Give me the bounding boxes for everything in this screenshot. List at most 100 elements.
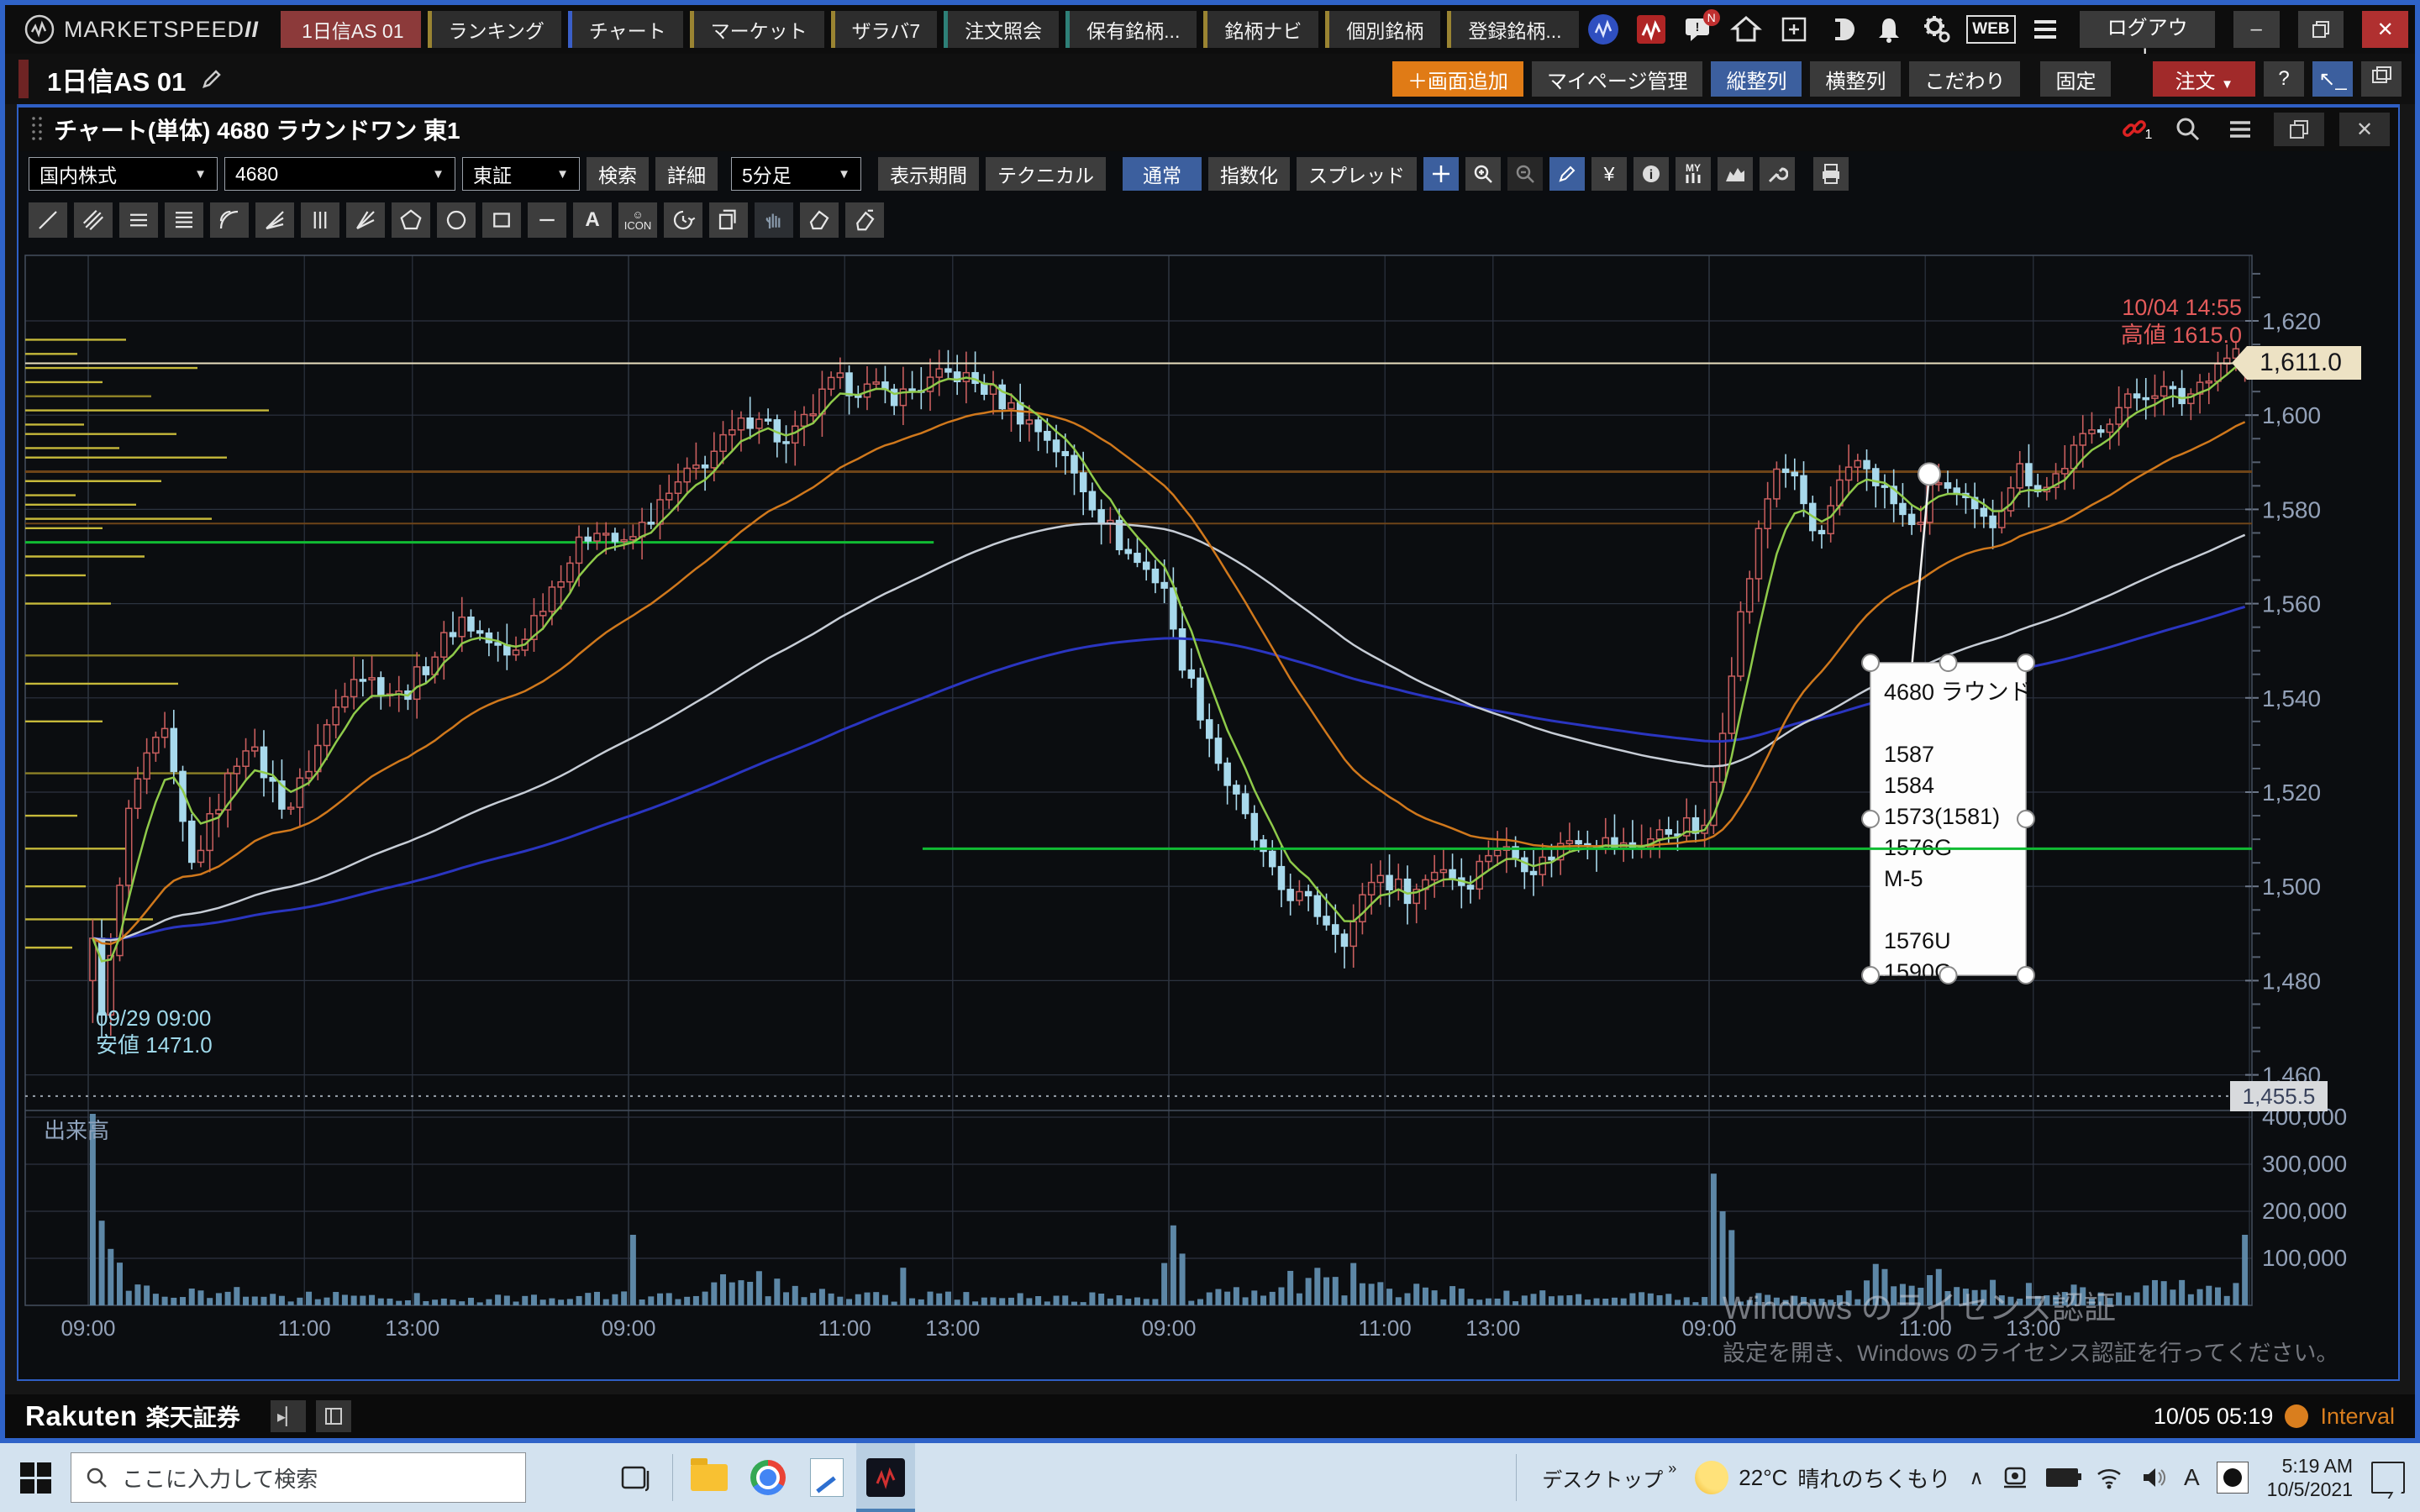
spread-mode-button[interactable]: スプレッド: [1297, 157, 1417, 191]
chart-restore-icon[interactable]: [2274, 113, 2324, 146]
draw-tool-h-segment-icon[interactable]: [528, 202, 566, 238]
yen-scale-icon[interactable]: ¥: [1591, 157, 1627, 191]
menu-tab-8[interactable]: 個別銘柄: [1325, 11, 1440, 48]
wifi-icon[interactable]: [2095, 1466, 2123, 1489]
start-button[interactable]: [0, 1443, 71, 1512]
minimize-button[interactable]: –: [2233, 11, 2280, 48]
chevron-expand-icon[interactable]: »: [1668, 1460, 1676, 1478]
draw-tool-ray-lines-icon[interactable]: [346, 202, 385, 238]
logout-button[interactable]: ログアウト: [2080, 11, 2215, 48]
exchange-select[interactable]: 東証▼: [462, 157, 580, 191]
action-center-icon[interactable]: [2371, 1462, 2405, 1494]
window-menu-icon[interactable]: [2222, 113, 2259, 146]
draw-tool-h-lines-3-icon[interactable]: [119, 202, 158, 238]
horizontal-align-button[interactable]: 横整列: [1810, 61, 1901, 97]
menu-tab-3[interactable]: マーケット: [690, 11, 824, 48]
symbol-code-select[interactable]: 4680▼: [224, 157, 455, 191]
zoom-out-icon[interactable]: [1507, 157, 1543, 191]
draw-tool-copy-object-icon[interactable]: [709, 202, 748, 238]
drag-grip-icon[interactable]: [30, 115, 44, 144]
draw-tool-ellipse-icon[interactable]: [437, 202, 476, 238]
draw-tool-time-cycle-icon[interactable]: [664, 202, 702, 238]
restore-button[interactable]: [2298, 11, 2344, 48]
contrast-icon[interactable]: [1823, 11, 1860, 48]
mypage-manage-button[interactable]: マイページ管理: [1532, 61, 1703, 97]
period-button[interactable]: 表示期間: [878, 157, 979, 191]
app-circle-icon[interactable]: [1586, 11, 1622, 48]
chart-plot-area[interactable]: 09:0011:0013:0009:0011:0013:0009:0011:00…: [18, 244, 2398, 1379]
draw-tool-trend-line-icon[interactable]: [29, 202, 67, 238]
weather-widget[interactable]: 22°C 晴れのちくもり: [1695, 1461, 1950, 1494]
marketspeed-taskbar-icon[interactable]: [856, 1443, 915, 1512]
timeframe-select[interactable]: 5分足▼: [731, 157, 861, 191]
menu-tab-9[interactable]: 登録銘柄...: [1447, 11, 1578, 48]
taskbar-search-input[interactable]: ここに入力して検索: [71, 1452, 526, 1503]
hamburger-menu-icon[interactable]: [2028, 11, 2064, 48]
crosshair-plus-icon[interactable]: [1423, 157, 1459, 191]
draw-tool-pentagon-icon[interactable]: [392, 202, 430, 238]
draw-tool-text-a-icon[interactable]: A: [573, 202, 612, 238]
search-icon[interactable]: [2170, 113, 2207, 146]
editor-app-icon[interactable]: [797, 1443, 856, 1512]
order-button[interactable]: 注文 ▼: [2153, 61, 2255, 97]
file-explorer-icon[interactable]: [680, 1443, 739, 1512]
draw-tool-eraser-all-icon[interactable]: [845, 202, 884, 238]
draw-tool-fan-lines-icon[interactable]: [255, 202, 294, 238]
home-icon[interactable]: [1728, 11, 1765, 48]
chart-close-icon[interactable]: ✕: [2339, 113, 2390, 146]
draw-tool-v-lines-icon[interactable]: [301, 202, 339, 238]
collapse-toolbar-button[interactable]: ▸▏: [271, 1400, 306, 1432]
draw-tool-fibonacci-arcs-icon[interactable]: [210, 202, 249, 238]
zoom-in-icon[interactable]: [1465, 157, 1501, 191]
taskbar-clock[interactable]: 5:19 AM 10/5/2021: [2267, 1454, 2353, 1501]
edit-pencil-icon[interactable]: [199, 66, 224, 92]
chrome-icon[interactable]: [739, 1443, 797, 1512]
ime-language-icon[interactable]: A: [2184, 1464, 2200, 1491]
bell-icon[interactable]: [1871, 11, 1907, 48]
panes-button[interactable]: [2361, 61, 2402, 97]
task-view-icon[interactable]: [607, 1443, 666, 1512]
help-button[interactable]: ?: [2264, 61, 2304, 97]
notifications-chat-icon[interactable]: ! N: [1681, 11, 1717, 48]
menu-tab-6[interactable]: 保有銘柄...: [1065, 11, 1197, 48]
popout-arrow-button[interactable]: ↖_: [2312, 61, 2353, 97]
draw-tool-rectangle-icon[interactable]: [482, 202, 521, 238]
indexed-mode-button[interactable]: 指数化: [1208, 157, 1290, 191]
normal-mode-button[interactable]: 通常: [1123, 157, 1202, 191]
chart-app-icon[interactable]: [1633, 11, 1669, 48]
tray-device-icon[interactable]: [2001, 1465, 2029, 1490]
print-icon[interactable]: [1813, 157, 1849, 191]
menu-tab-7[interactable]: 銘柄ナビ: [1203, 11, 1318, 48]
pane-toggle-button[interactable]: [316, 1400, 351, 1432]
vertical-align-button[interactable]: 縦整列: [1711, 61, 1802, 97]
add-window-icon[interactable]: [1776, 11, 1812, 48]
close-button[interactable]: ✕: [2362, 11, 2408, 48]
technical-button[interactable]: テクニカル: [986, 157, 1106, 191]
ime-mode-icon[interactable]: [2217, 1462, 2249, 1494]
add-screen-button[interactable]: ＋画面追加: [1392, 61, 1523, 97]
menu-tab-0[interactable]: 1日信AS 01: [281, 11, 420, 48]
menu-tab-1[interactable]: ランキング: [428, 11, 561, 48]
desktop-toolbar[interactable]: デスクトップ »: [1542, 1463, 1676, 1493]
settings-gear-icon[interactable]: [1919, 11, 1955, 48]
my-chart-icon[interactable]: MY: [1676, 157, 1711, 191]
link-group-icon[interactable]: 1: [2118, 113, 2154, 146]
tray-chevron-icon[interactable]: ∧: [1969, 1466, 1984, 1490]
mountain-chart-icon[interactable]: [1718, 157, 1753, 191]
kodawari-button[interactable]: こだわり: [1909, 61, 2020, 97]
draw-tool-h-lines-4-icon[interactable]: [165, 202, 203, 238]
market-select[interactable]: 国内株式▼: [29, 157, 218, 191]
menu-tab-4[interactable]: ザラバ7: [831, 11, 938, 48]
chart-titlebar[interactable]: チャート(単体) 4680 ラウンドワン 東1 1 ✕: [18, 108, 2398, 151]
menu-tab-5[interactable]: 注文照会: [944, 11, 1059, 48]
detail-button[interactable]: 詳細: [655, 157, 718, 191]
draw-tool-icon-stamp-icon[interactable]: ☺ICON: [618, 202, 657, 238]
wrench-settings-icon[interactable]: [1760, 157, 1795, 191]
web-icon[interactable]: WEB: [1966, 15, 2015, 44]
search-button[interactable]: 検索: [587, 157, 649, 191]
draw-tool-hand-drag-icon[interactable]: [755, 202, 793, 238]
draw-tool-eraser-icon[interactable]: [800, 202, 839, 238]
fixed-button[interactable]: 固定: [2040, 61, 2111, 97]
battery-icon[interactable]: [2046, 1468, 2078, 1487]
speaker-icon[interactable]: [2140, 1466, 2167, 1489]
